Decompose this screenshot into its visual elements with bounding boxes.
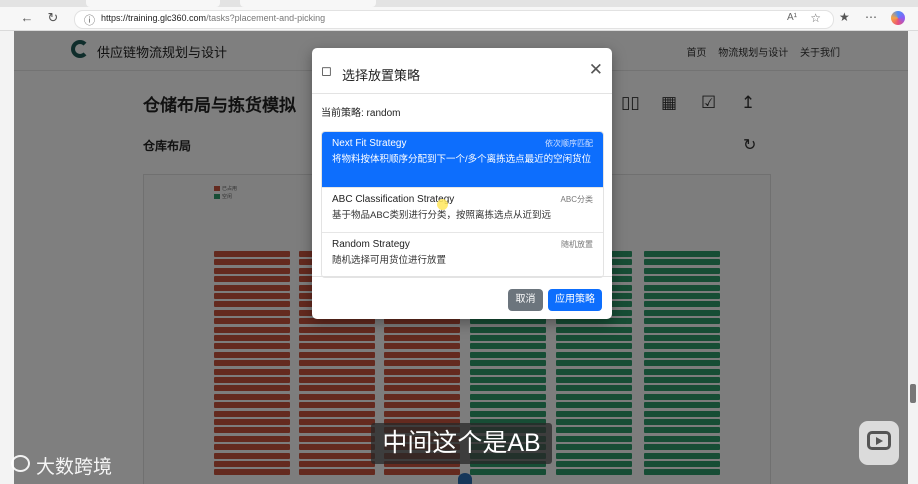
- favorite-star-icon[interactable]: ☆: [810, 11, 821, 25]
- mouse-cursor-highlight: [437, 199, 448, 210]
- strategy-tag: ABC分类: [560, 195, 593, 204]
- strategy-option-random[interactable]: Random Strategy 随机放置 随机选择可用货位进行放置: [322, 233, 603, 277]
- extensions-icon[interactable]: ⋯: [865, 10, 877, 24]
- strategy-list: Next Fit Strategy 依次顺序匹配 将物料按体积顺序分配到下一个/…: [321, 131, 604, 278]
- url-host: https://training.glc360.com: [101, 13, 207, 23]
- strategy-name: Random Strategy: [332, 239, 410, 250]
- strategy-desc: 随机选择可用货位进行放置: [332, 255, 447, 266]
- strategy-tag: 依次顺序匹配: [545, 139, 593, 148]
- back-icon[interactable]: ←: [18, 9, 36, 27]
- strategy-desc: 将物料按体积顺序分配到下一个/多个离拣选点最近的空闲货位: [332, 154, 592, 165]
- browser-tab[interactable]: [86, 0, 220, 7]
- favorites-icon[interactable]: ★: [839, 10, 850, 24]
- strategy-tag: 随机放置: [561, 240, 593, 249]
- close-icon[interactable]: ✕: [589, 60, 603, 80]
- modal-title: 选择放置策略: [342, 68, 421, 83]
- copilot-icon[interactable]: [891, 11, 905, 25]
- site-info-icon[interactable]: ⓘ: [84, 12, 95, 28]
- apply-strategy-button[interactable]: 应用策略: [548, 289, 602, 311]
- sitemap-icon: ◻: [321, 63, 332, 78]
- scrollbar-thumb[interactable]: [910, 384, 916, 403]
- strategy-option-abc[interactable]: ABC Classification Strategy ABC分类 基于物品AB…: [322, 188, 603, 233]
- current-strategy: 当前策略: random: [321, 108, 401, 119]
- url-path: /tasks?placement-and-picking: [206, 13, 326, 23]
- tab-strip: [0, 0, 918, 7]
- cancel-button[interactable]: 取消: [508, 289, 543, 311]
- video-watermark: 大数跨境: [36, 457, 113, 478]
- watermark-logo-icon: [11, 455, 30, 472]
- bilibili-logo-icon: [859, 421, 899, 465]
- screen: ← ↻ ⓘ https://training.glc360.com/tasks?…: [0, 0, 918, 484]
- strategy-name: ABC Classification Strategy: [332, 194, 455, 205]
- browser-tab-active[interactable]: [240, 0, 376, 7]
- url-field[interactable]: ⓘ https://training.glc360.com/tasks?plac…: [74, 10, 834, 29]
- modal-header: ◻ 选择放置策略 ✕: [312, 48, 612, 94]
- strategy-name: Next Fit Strategy: [332, 138, 407, 149]
- modal-footer: 取消 应用策略: [312, 276, 612, 320]
- strategy-option-next-fit[interactable]: Next Fit Strategy 依次顺序匹配 将物料按体积顺序分配到下一个/…: [322, 132, 603, 188]
- strategy-desc: 基于物品ABC类别进行分类，按照离拣选点从近到远: [332, 210, 552, 221]
- placement-strategy-modal: ◻ 选择放置策略 ✕ 当前策略: random Next Fit Strateg…: [312, 48, 612, 319]
- reload-icon[interactable]: ↻: [44, 9, 62, 27]
- video-subtitle: 中间这个是AB: [371, 423, 552, 464]
- address-bar-row: ← ↻ ⓘ https://training.glc360.com/tasks?…: [0, 7, 918, 31]
- read-aloud-icon[interactable]: A¹: [787, 12, 797, 23]
